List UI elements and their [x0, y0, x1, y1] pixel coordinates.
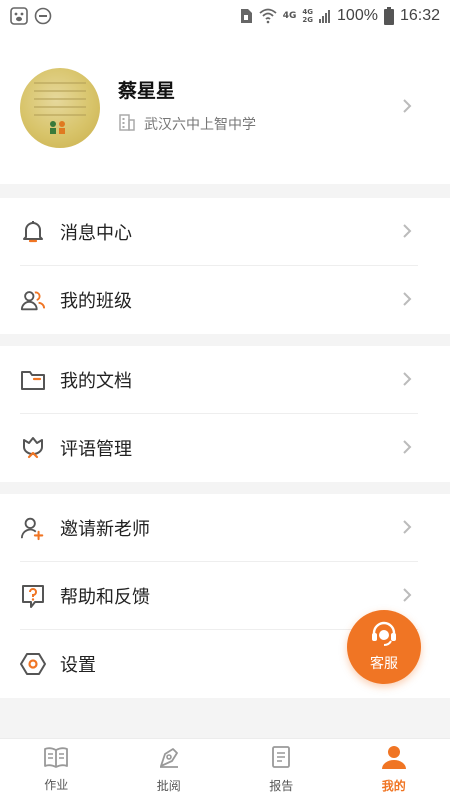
- tab-label-report: 报告: [269, 779, 294, 793]
- status-bar: 4G 4G 2G 100% 16:32: [0, 0, 450, 32]
- menu-item-messages[interactable]: 消息中心: [0, 198, 450, 266]
- menu-item-invite[interactable]: 邀请新老师: [0, 494, 450, 562]
- menu-label-my-docs: 我的文档: [60, 371, 132, 392]
- tab-report[interactable]: 报告: [225, 739, 338, 800]
- wifi-icon: [259, 8, 277, 24]
- menu-item-comments[interactable]: 评语管理: [0, 414, 450, 482]
- section-messages: 消息中心 我的班级: [0, 198, 450, 334]
- folder-icon: [20, 367, 46, 393]
- tab-label-homework: 作业: [44, 778, 69, 792]
- class-group-icon: [20, 287, 46, 313]
- sim-icon: [239, 8, 253, 24]
- menu-item-my-class[interactable]: 我的班级: [0, 266, 450, 334]
- menu-label-messages: 消息中心: [60, 223, 132, 244]
- battery-icon: [383, 7, 394, 25]
- avatar: [20, 68, 100, 148]
- menu-label-comments: 评语管理: [60, 439, 132, 460]
- chevron-right-icon: [402, 519, 412, 539]
- menu-label-settings: 设置: [60, 655, 96, 676]
- tab-label-mine: 我的: [381, 779, 406, 793]
- clock: 16:32: [399, 7, 440, 24]
- network-stack: 4G 2G: [302, 8, 313, 24]
- section-docs: 我的文档 评语管理: [0, 346, 450, 482]
- profile-card[interactable]: 蔡星星 武汉六中上智中学: [0, 32, 450, 184]
- user-name: 蔡星星: [118, 79, 176, 102]
- bottom-tab-bar: 作业 批阅 报告 我的: [0, 738, 450, 800]
- building-icon: [118, 113, 136, 135]
- menu-item-my-docs[interactable]: 我的文档: [0, 346, 450, 414]
- report-doc-icon: [270, 745, 292, 773]
- menu-label-help: 帮助和反馈: [60, 587, 150, 608]
- battery-percent: 100%: [337, 7, 378, 24]
- headset-icon: [369, 621, 399, 651]
- chevron-right-icon: [402, 291, 412, 311]
- tab-grading[interactable]: 批阅: [113, 739, 226, 800]
- menu-label-my-class: 我的班级: [60, 291, 132, 312]
- add-user-icon: [20, 515, 46, 541]
- user-icon: [381, 745, 407, 773]
- tulip-icon: [20, 435, 46, 461]
- chevron-right-icon: [402, 98, 412, 118]
- school-name: 武汉六中上智中学: [144, 116, 256, 133]
- menu-label-invite: 邀请新老师: [60, 519, 150, 540]
- chevron-right-icon: [402, 439, 412, 459]
- tab-homework[interactable]: 作业: [0, 739, 113, 800]
- network-4g-label: 4G: [282, 11, 297, 21]
- network-stack-bottom: 2G: [302, 16, 314, 24]
- signal-icon: [319, 9, 331, 23]
- chevron-right-icon: [402, 223, 412, 243]
- chevron-right-icon: [402, 371, 412, 391]
- customer-service-label: 客服: [370, 656, 398, 672]
- bell-icon: [20, 219, 46, 245]
- chevron-right-icon: [402, 587, 412, 607]
- network-stack-top: 4G: [302, 8, 314, 16]
- book-icon: [43, 746, 69, 772]
- baidu-paw-icon: [10, 7, 28, 25]
- do-not-disturb-icon: [34, 7, 52, 25]
- settings-hexagon-icon: [20, 651, 46, 677]
- pen-nib-icon: [157, 745, 181, 773]
- tab-mine[interactable]: 我的: [338, 739, 450, 800]
- tab-label-grading: 批阅: [156, 779, 181, 793]
- customer-service-button[interactable]: 客服: [347, 610, 421, 684]
- help-bubble-icon: [20, 583, 46, 609]
